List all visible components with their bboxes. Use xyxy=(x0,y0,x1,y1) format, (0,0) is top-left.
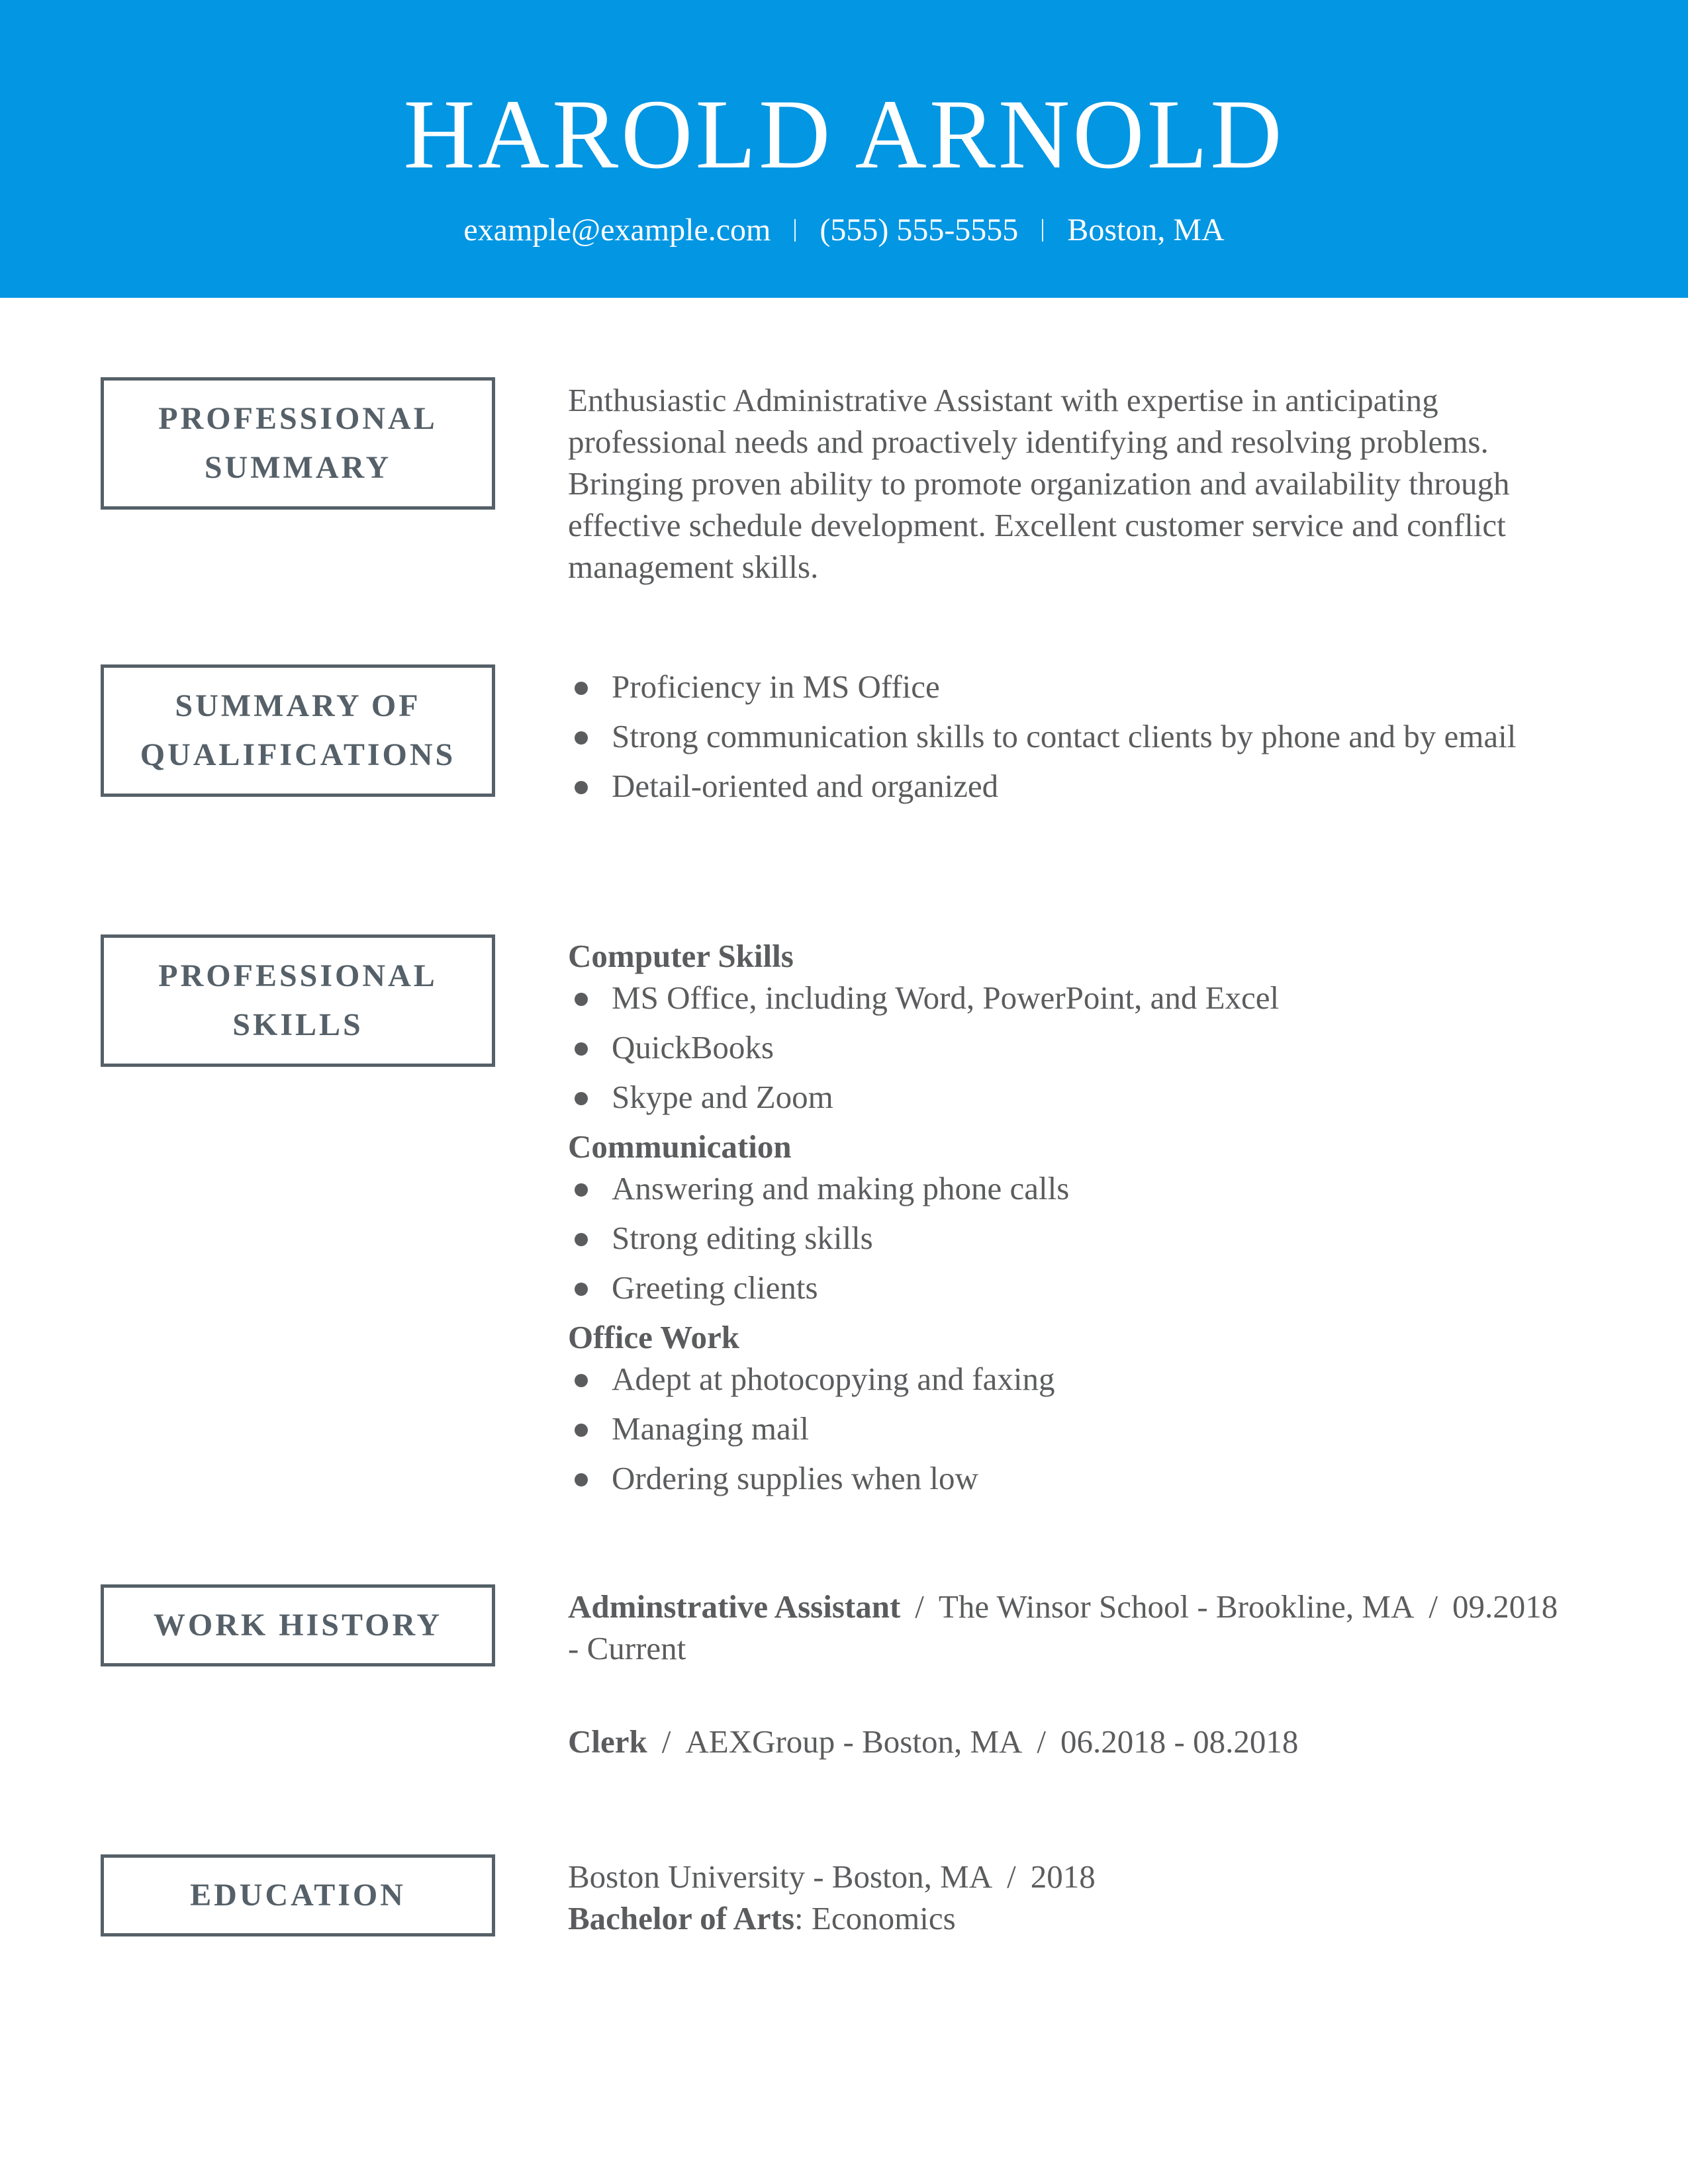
bullet-icon xyxy=(575,1183,588,1197)
section-label-line: QUALIFICATIONS xyxy=(140,737,456,772)
bullet-icon xyxy=(575,731,588,745)
list-item: Managing mail xyxy=(568,1408,1581,1449)
contact-location: Boston, MA xyxy=(1067,212,1225,248)
bullet-icon xyxy=(575,1473,588,1486)
skill-group-title: Computer Skills xyxy=(568,938,794,974)
separator: / xyxy=(915,1588,924,1625)
bullet-icon xyxy=(575,1283,588,1296)
section-label-professional-summary: PROFESSIONAL SUMMARY xyxy=(101,377,495,510)
list-item-text: Managing mail xyxy=(612,1410,810,1447)
job-dates: 06.2018 - 08.2018 xyxy=(1060,1723,1299,1760)
list-item: Strong editing skills xyxy=(568,1217,1581,1259)
contact-phone: (555) 555-5555 xyxy=(820,212,1019,248)
list-item: Skype and Zoom xyxy=(568,1076,1581,1118)
contact-line: example@example.com (555) 555-5555 Boston,… xyxy=(0,210,1688,250)
job-entry: Clerk / AEXGroup - Boston, MA / 06.2018 - 08… xyxy=(568,1721,1561,1762)
graduation-year: 2018 xyxy=(1030,1858,1096,1895)
qualifications-list: Proficiency in MS Office Strong communic… xyxy=(568,666,1548,815)
bullet-icon xyxy=(575,1092,588,1105)
job-entry: Adminstrative Assistant / The Winsor Schoo… xyxy=(568,1586,1561,1669)
section-label-education: EDUCATION xyxy=(101,1854,495,1936)
school-name: Boston University - Boston, MA xyxy=(568,1858,993,1895)
list-item-text: Ordering supplies when low xyxy=(612,1460,978,1496)
degree: Bachelor of Arts xyxy=(568,1900,795,1936)
list-item: Proficiency in MS Office xyxy=(568,666,1548,707)
skill-group-title: Communication xyxy=(568,1128,792,1165)
skill-group-title: Office Work xyxy=(568,1319,740,1355)
section-label-line: SUMMARY xyxy=(204,450,392,485)
bullet-icon xyxy=(575,781,588,794)
work-history: Adminstrative Assistant / The Winsor Schoo… xyxy=(568,1586,1561,1762)
resume-header: HAROLD ARNOLD example@example.com (555) 5… xyxy=(0,0,1688,298)
section-label-work-history: WORK HISTORY xyxy=(101,1584,495,1666)
education-degree-line: Bachelor of Arts: Economics xyxy=(568,1897,1581,1939)
job-employer: The Winsor School - Brookline, MA xyxy=(938,1588,1415,1625)
candidate-name: HAROLD ARNOLD xyxy=(403,79,1285,189)
education-school-line: Boston University - Boston, MA / 2018 xyxy=(568,1856,1581,1897)
separator: / xyxy=(1037,1723,1047,1760)
skill-group-list: Answering and making phone calls Strong … xyxy=(568,1167,1581,1308)
list-item-text: MS Office, including Word, PowerPoint, a… xyxy=(612,979,1280,1016)
field-of-study: Economics xyxy=(811,1900,956,1936)
bullet-icon xyxy=(575,682,588,695)
skill-group-list: MS Office, including Word, PowerPoint, a… xyxy=(568,977,1581,1118)
separator: / xyxy=(661,1723,671,1760)
bullet-icon xyxy=(575,1424,588,1437)
list-item-text: Greeting clients xyxy=(612,1269,818,1306)
job-title: Adminstrative Assistant xyxy=(568,1588,901,1625)
list-item: QuickBooks xyxy=(568,1026,1581,1068)
separator: / xyxy=(1429,1588,1438,1625)
section-label-line: EDUCATION xyxy=(190,1878,406,1913)
list-item-text: QuickBooks xyxy=(612,1029,774,1066)
section-label-line: PROFESSIONAL xyxy=(158,401,438,436)
bullet-icon xyxy=(575,1233,588,1246)
education: Boston University - Boston, MA / 2018 Bach… xyxy=(568,1856,1581,1939)
list-item-text: Strong editing skills xyxy=(612,1220,873,1256)
job-employer: AEXGroup - Boston, MA xyxy=(685,1723,1023,1760)
separator: / xyxy=(1007,1858,1016,1895)
list-item-text: Strong communication skills to contact c… xyxy=(612,718,1517,754)
list-item: Ordering supplies when low xyxy=(568,1457,1581,1499)
professional-skills: Computer Skills MS Office, including Wor… xyxy=(568,935,1581,1507)
separator: : xyxy=(794,1900,804,1936)
contact-divider xyxy=(794,219,796,242)
list-item: Strong communication skills to contact c… xyxy=(568,715,1548,757)
list-item-text: Detail-oriented and organized xyxy=(612,768,999,804)
professional-summary-text: Enthusiastic Administrative Assistant wi… xyxy=(568,382,1510,585)
section-label-line: PROFESSIONAL xyxy=(158,958,438,993)
list-item: Greeting clients xyxy=(568,1267,1581,1308)
list-item: Detail-oriented and organized xyxy=(568,765,1548,807)
list-item: Answering and making phone calls xyxy=(568,1167,1581,1209)
list-item-text: Skype and Zoom xyxy=(612,1079,833,1115)
list-item: MS Office, including Word, PowerPoint, a… xyxy=(568,977,1581,1019)
bullet-icon xyxy=(575,993,588,1006)
section-label-professional-skills: PROFESSIONAL SKILLS xyxy=(101,934,495,1067)
section-label-line: WORK HISTORY xyxy=(153,1608,443,1643)
list-item-text: Adept at photocopying and faxing xyxy=(612,1361,1055,1397)
contact-divider xyxy=(1042,219,1044,242)
section-label-summary-of-qualifications: SUMMARY OF QUALIFICATIONS xyxy=(101,664,495,797)
contact-email: example@example.com xyxy=(463,212,771,248)
list-item: Adept at photocopying and faxing xyxy=(568,1358,1581,1400)
bullet-icon xyxy=(575,1042,588,1056)
skill-group-list: Adept at photocopying and faxing Managin… xyxy=(568,1358,1581,1499)
list-item-text: Proficiency in MS Office xyxy=(612,668,940,705)
bullet-icon xyxy=(575,1374,588,1387)
job-title: Clerk xyxy=(568,1723,647,1760)
list-item-text: Answering and making phone calls xyxy=(612,1170,1070,1206)
section-label-line: SKILLS xyxy=(232,1007,363,1042)
section-label-line: SUMMARY OF xyxy=(175,688,421,723)
